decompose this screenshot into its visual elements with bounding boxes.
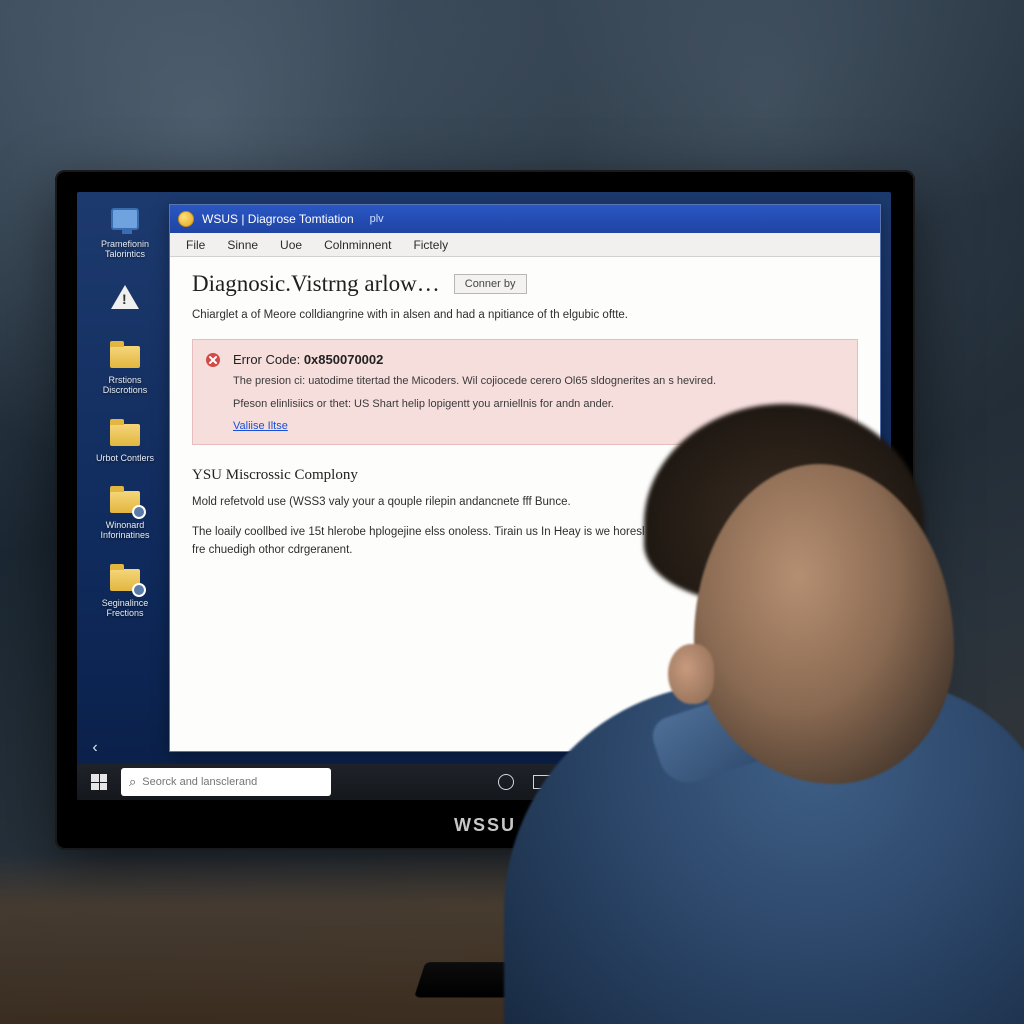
- windows-logo-icon: [91, 774, 107, 790]
- window-title: WSUS | Diagrose Tomtiation: [202, 212, 354, 226]
- window-title-suffix: plv: [370, 213, 384, 225]
- sidebar-collapse-chevron-icon[interactable]: ‹: [85, 738, 105, 758]
- desktop-icon-label: Seginalince Frections: [89, 599, 161, 619]
- page-subheading: Chiarglet a of Meore colldiangrine with …: [192, 307, 858, 323]
- monitor-bezel: Pramefionin Talorintics Rrstions Discrot…: [55, 170, 915, 850]
- menu-colnminnent[interactable]: Colnminnent: [314, 235, 401, 255]
- desktop-icon-seginatince-frections[interactable]: Seginalince Frections: [87, 561, 163, 619]
- error-body-line1: The presion ci: uatodime titertad the Mi…: [233, 373, 843, 390]
- menu-file[interactable]: File: [176, 235, 215, 255]
- menu-bar: File Sinne Uoe Colnminnent Fictely: [170, 233, 880, 257]
- desktop-icons-column: Pramefionin Talorintics Rrstions Discrot…: [87, 202, 163, 619]
- desktop-icon-winonard-informatines[interactable]: Winonard Inforinatines: [87, 483, 163, 541]
- taskbar-store-icon[interactable]: [561, 767, 595, 797]
- taskbar-mail-icon[interactable]: [597, 767, 631, 797]
- taskbar-cortana-icon[interactable]: [489, 767, 523, 797]
- taskbar-pinned-icons: [489, 767, 703, 797]
- error-title: Error Code: 0x850070002: [233, 352, 843, 367]
- taskbar-search-input[interactable]: [142, 776, 323, 788]
- error-panel: Error Code: 0x850070002 The presion ci: …: [192, 339, 858, 445]
- error-x-icon: [205, 352, 221, 368]
- folder-icon: [108, 416, 142, 450]
- section-body-1: Mold refetvold use (WSS3 valy your a qou…: [192, 494, 858, 512]
- desk-surface: [0, 854, 1024, 1024]
- desktop-icon-label: Rrstions Discrotions: [89, 376, 161, 396]
- menu-sinne[interactable]: Sinne: [217, 235, 268, 255]
- desktop-icon-urbot-contlers[interactable]: Urbot Contlers: [87, 416, 163, 464]
- taskbar-taskview-icon[interactable]: [525, 767, 559, 797]
- desktop-icon-warning[interactable]: [87, 280, 163, 318]
- taskbar-search[interactable]: ⌕: [121, 768, 331, 796]
- desktop-icon-label: Winonard Inforinatines: [89, 521, 161, 541]
- keyboard: [414, 962, 686, 997]
- monitor-icon: [108, 202, 142, 236]
- menu-fictely[interactable]: Fictely: [403, 235, 458, 255]
- monitor-brand-label: WSSU: [454, 815, 516, 836]
- desktop-screen: Pramefionin Talorintics Rrstions Discrot…: [77, 192, 891, 800]
- page-heading: Diagnosic.Vistrng arlow…: [192, 271, 440, 297]
- error-code-value: 0x850070002: [304, 352, 384, 367]
- start-button[interactable]: [81, 767, 117, 797]
- taskbar-app-icon[interactable]: [669, 767, 703, 797]
- desktop-icon-label: Urbot Contlers: [96, 454, 154, 464]
- taskbar: ⌕: [77, 764, 891, 800]
- warning-triangle-icon: [108, 280, 142, 314]
- error-body-line2: Pfeson elinlisiics or thet: US Shart hel…: [233, 396, 843, 413]
- error-details-link[interactable]: Valiise Iltse: [233, 420, 288, 432]
- window-content: Diagnosic.Vistrng arlow… Conner by Chiar…: [170, 257, 880, 751]
- app-shield-icon: [178, 211, 194, 227]
- taskbar-home-icon[interactable]: [633, 767, 667, 797]
- menu-uoe[interactable]: Uoe: [270, 235, 312, 255]
- desktop-icon-label: Pramefionin Talorintics: [89, 240, 161, 260]
- folder-gear-icon: [108, 561, 142, 595]
- conner-by-button[interactable]: Conner by: [454, 274, 527, 294]
- section-title: YSU Miscrossic Complony: [192, 467, 858, 484]
- window-titlebar[interactable]: WSUS | Diagrose Tomtiation plv: [170, 205, 880, 233]
- desktop-icon-rations-descriptions[interactable]: Rrstions Discrotions: [87, 338, 163, 396]
- folder-icon: [108, 338, 142, 372]
- folder-gear-icon: [108, 483, 142, 517]
- section-body-2: The loaily coollbed ive 15t hlerobe hplo…: [192, 524, 858, 560]
- search-icon: ⌕: [129, 774, 136, 790]
- wsus-diagnostic-window: WSUS | Diagrose Tomtiation plv File Sinn…: [169, 204, 881, 752]
- desktop-icon-promotion-information[interactable]: Pramefionin Talorintics: [87, 202, 163, 260]
- error-title-label: Error Code:: [233, 352, 300, 367]
